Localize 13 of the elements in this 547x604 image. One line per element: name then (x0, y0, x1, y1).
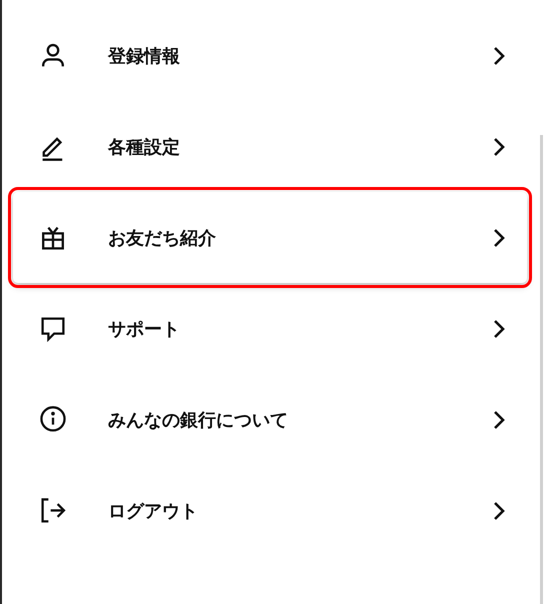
menu-item[interactable]: 登録情報 (13, 10, 527, 101)
chevron-right-icon (491, 318, 507, 338)
menu-item[interactable]: お友だち紹介 (13, 192, 527, 283)
chevron-right-icon (491, 228, 507, 248)
menu-item[interactable]: 各種設定 (13, 101, 527, 192)
chevron-right-icon (491, 46, 507, 66)
menu-item[interactable]: ログアウト (13, 465, 527, 556)
chevron-right-icon (491, 500, 507, 520)
info-icon (38, 404, 68, 434)
menu-item[interactable]: サポート (13, 283, 527, 374)
chevron-right-icon (491, 136, 507, 156)
chevron-right-icon (491, 410, 507, 430)
menu-item[interactable]: みんなの銀行について (13, 374, 527, 465)
